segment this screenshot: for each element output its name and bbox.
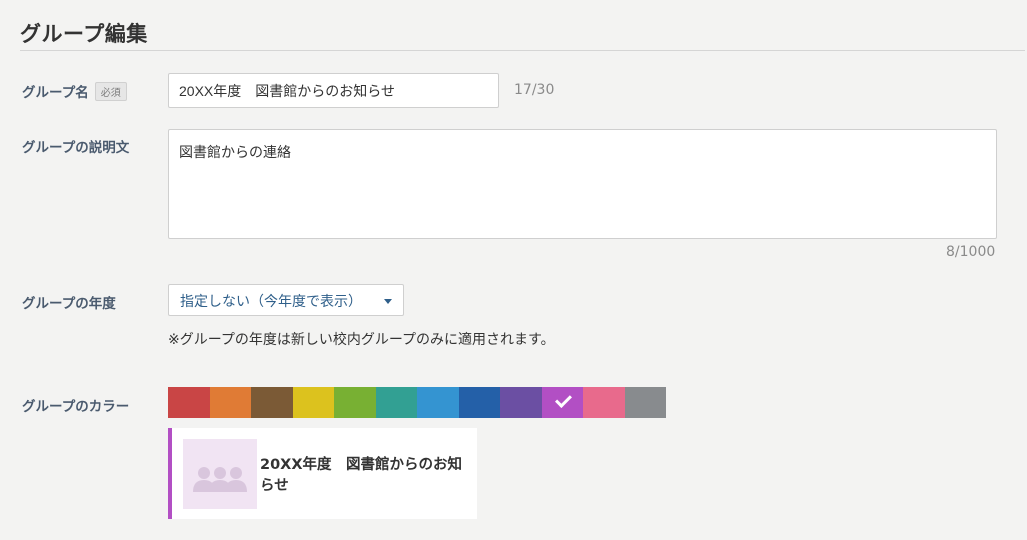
year-select-dropdown[interactable]: 指定しない（今年度で表示） <box>168 284 404 316</box>
description-label: グループの説明文 <box>22 140 130 156</box>
year-label: グループの年度 <box>22 296 116 312</box>
description-textarea[interactable]: 図書館からの連絡 <box>168 129 997 239</box>
group-name-label-row: グループ名 必須 <box>22 81 127 101</box>
color-swatch[interactable] <box>583 387 625 418</box>
color-swatch[interactable] <box>251 387 293 418</box>
color-swatch[interactable] <box>334 387 376 418</box>
group-preview-card: 20XX年度 図書館からのお知らせ <box>168 428 477 519</box>
color-swatch[interactable] <box>458 387 500 418</box>
group-people-icon <box>193 467 247 492</box>
group-name-counter: 17/30 <box>514 82 555 98</box>
group-name-input[interactable] <box>168 73 499 108</box>
color-swatch[interactable] <box>624 387 666 418</box>
checkmark-icon <box>554 391 572 408</box>
color-swatch[interactable] <box>500 387 542 418</box>
required-badge: 必須 <box>94 82 127 101</box>
color-swatch[interactable] <box>375 387 417 418</box>
chevron-down-icon <box>384 299 392 304</box>
group-name-label: グループ名 <box>22 85 89 101</box>
title-divider <box>20 50 1025 51</box>
description-counter: 8/1000 <box>946 244 996 260</box>
year-note: ※グループの年度は新しい校内グループのみに適用されます。 <box>168 332 555 348</box>
year-selected-value: 指定しない（今年度で表示） <box>180 294 362 310</box>
color-swatch[interactable] <box>168 387 210 418</box>
color-swatch[interactable] <box>417 387 459 418</box>
group-avatar <box>183 439 257 509</box>
color-swatch[interactable] <box>292 387 334 418</box>
page-title: グループ編集 <box>20 22 148 46</box>
preview-group-name: 20XX年度 図書館からのお知らせ <box>260 457 463 494</box>
color-swatch-row <box>168 387 666 418</box>
color-swatch[interactable] <box>209 387 251 418</box>
color-label: グループのカラー <box>22 399 130 415</box>
color-swatch[interactable] <box>541 387 583 418</box>
